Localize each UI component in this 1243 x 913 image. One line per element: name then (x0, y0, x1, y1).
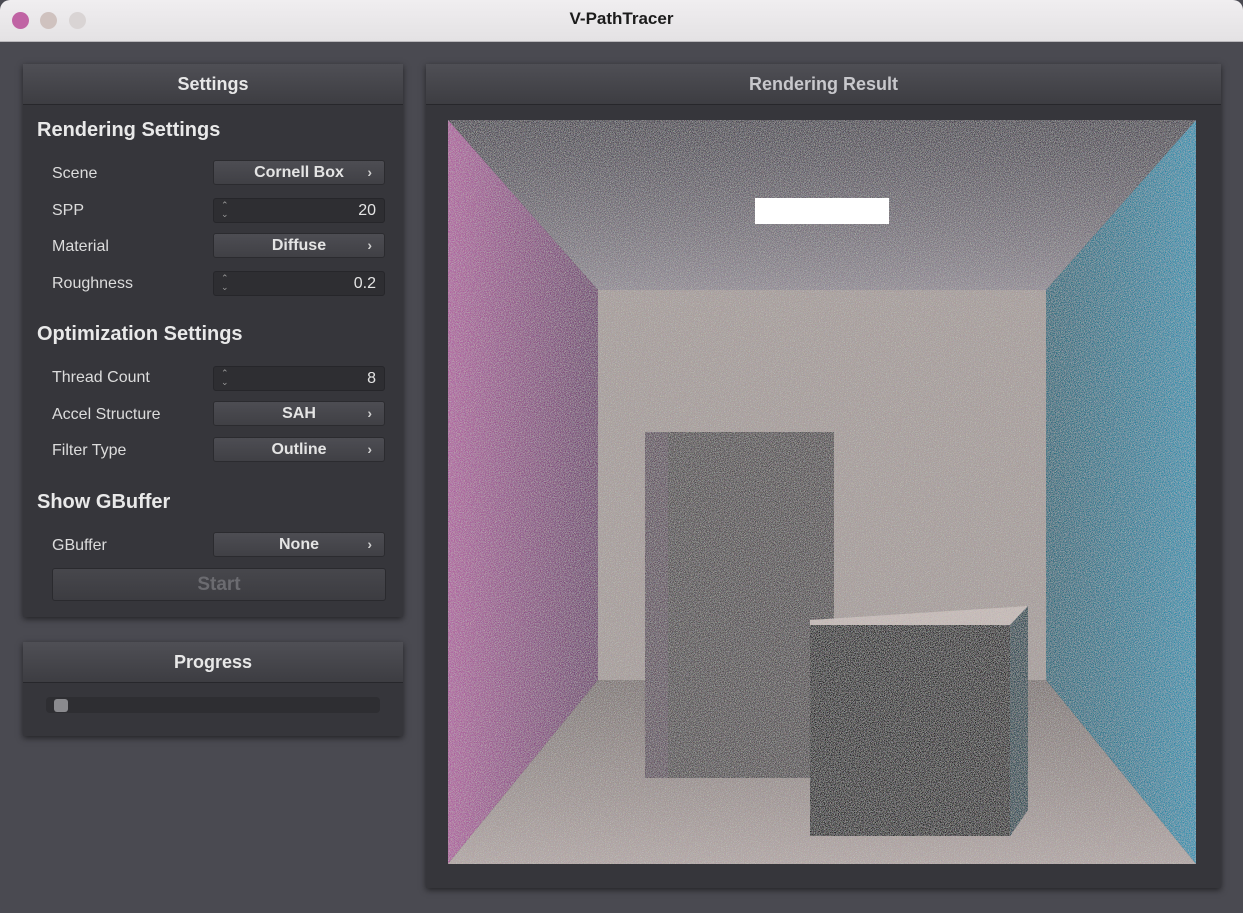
show-gbuffer-title: Show GBuffer (37, 491, 171, 513)
filter-type-dropdown[interactable]: Outline › (213, 437, 385, 462)
accel-structure-label: Accel Structure (52, 406, 161, 423)
material-dropdown[interactable]: Diffuse › (213, 233, 385, 258)
material-label: Material (52, 238, 109, 255)
chevron-right-icon: › (367, 441, 372, 457)
chevron-right-icon: › (367, 536, 372, 552)
spp-spinbox[interactable]: ⌃ ⌄ 20 (213, 198, 385, 223)
filter-type-label: Filter Type (52, 442, 127, 459)
roughness-label: Roughness (52, 275, 133, 292)
scene-value: Cornell Box (254, 164, 344, 181)
cornell-box-render (448, 120, 1196, 864)
material-value: Diffuse (271, 237, 327, 254)
rendering-settings-title: Rendering Settings (37, 119, 221, 141)
up-down-arrows-icon[interactable]: ⌃ ⌄ (221, 369, 229, 387)
start-button[interactable]: Start (52, 568, 386, 601)
gbuffer-value: None (279, 536, 319, 553)
accel-structure-dropdown[interactable]: SAH › (213, 401, 385, 426)
optimization-settings-title: Optimization Settings (37, 323, 243, 345)
gbuffer-label: GBuffer (52, 537, 107, 554)
scene-label: Scene (52, 165, 98, 182)
progress-header: Progress (23, 642, 403, 683)
roughness-value: 0.2 (353, 275, 376, 292)
progress-panel: Progress (23, 642, 403, 736)
accel-structure-value: SAH (282, 405, 316, 422)
gbuffer-dropdown[interactable]: None › (213, 532, 385, 557)
spp-value: 20 (358, 202, 376, 219)
render-image (448, 120, 1196, 864)
progress-bar (46, 697, 380, 713)
spp-label: SPP (52, 202, 85, 219)
scene-dropdown[interactable]: Cornell Box › (213, 160, 385, 185)
chevron-right-icon: › (367, 164, 372, 180)
thread-count-value: 8 (367, 370, 376, 387)
rendering-result-header: Rendering Result (426, 64, 1221, 105)
thread-count-spinbox[interactable]: ⌃ ⌄ 8 (213, 366, 385, 391)
filter-type-value: Outline (271, 441, 327, 458)
settings-header: Settings (23, 64, 403, 105)
progress-handle (54, 699, 68, 712)
chevron-right-icon: › (367, 237, 372, 253)
window-title: V-PathTracer (569, 9, 674, 28)
rendering-result-panel: Rendering Result (426, 64, 1221, 888)
up-down-arrows-icon[interactable]: ⌃ ⌄ (221, 201, 229, 219)
settings-panel: Settings Rendering Settings Scene Cornel… (23, 64, 403, 617)
up-down-arrows-icon[interactable]: ⌃ ⌄ (221, 274, 229, 292)
roughness-spinbox[interactable]: ⌃ ⌄ 0.2 (213, 271, 385, 296)
chevron-right-icon: › (367, 405, 372, 421)
thread-count-label: Thread Count (52, 369, 150, 386)
app-window: V-PathTracer Settings Rendering Settings… (0, 0, 1243, 913)
title-bar: V-PathTracer (0, 0, 1243, 42)
area-light (755, 198, 889, 224)
